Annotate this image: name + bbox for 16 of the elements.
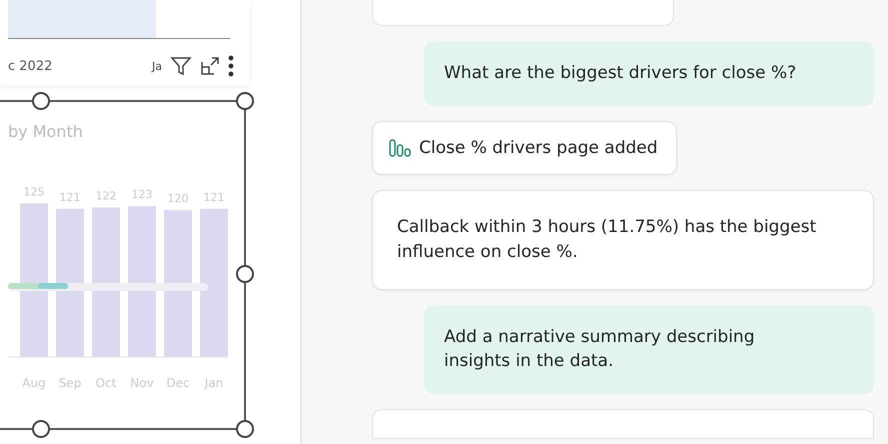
resize-handle[interactable] bbox=[236, 92, 254, 110]
resize-handle[interactable] bbox=[236, 265, 254, 283]
resize-handle[interactable] bbox=[32, 420, 50, 438]
toolbar-label: Ja bbox=[152, 60, 162, 72]
status-text: Close % drivers page added bbox=[419, 136, 658, 160]
bar-chart-icon bbox=[389, 138, 411, 157]
assistant-message: Callback within 3 hours (11.75%) has the biggest influence on close %. bbox=[372, 190, 874, 290]
message-text: Add a narrative summary describing insights in the data. bbox=[444, 326, 756, 374]
filter-icon[interactable] bbox=[170, 55, 192, 77]
chart-title: by Month bbox=[8, 122, 83, 141]
more-icon[interactable] bbox=[228, 55, 234, 77]
date-label: c 2022 bbox=[8, 58, 52, 74]
message-text: What are the biggest drivers for close %? bbox=[444, 62, 798, 85]
resize-handle[interactable] bbox=[236, 420, 254, 438]
resize-handle[interactable] bbox=[32, 92, 50, 110]
expand-icon[interactable] bbox=[200, 56, 220, 76]
